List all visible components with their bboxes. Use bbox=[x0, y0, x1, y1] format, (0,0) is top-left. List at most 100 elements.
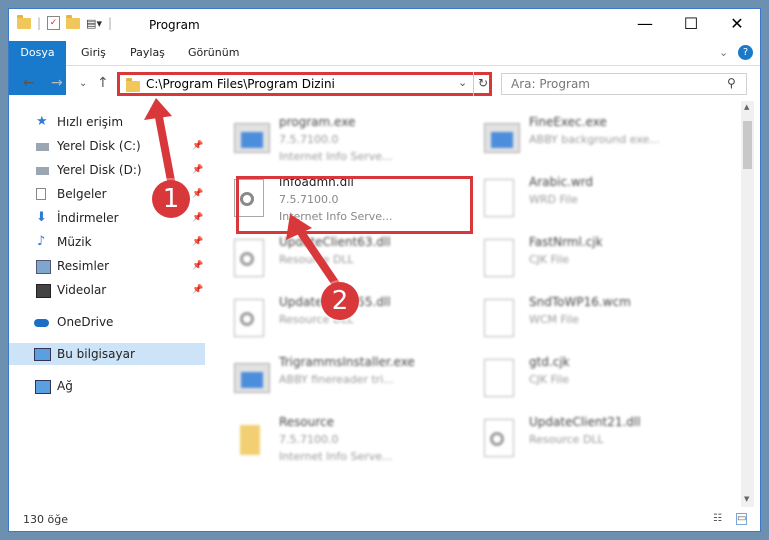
item-count: 130 öğe bbox=[23, 513, 68, 526]
search-placeholder: Ara: Program bbox=[511, 77, 590, 91]
sidebar-item-label: Yerel Disk (C:) bbox=[57, 139, 141, 153]
tab-view[interactable]: Görünüm bbox=[188, 41, 239, 65]
address-dropdown-icon[interactable]: ⌄ bbox=[458, 76, 467, 89]
file-name: UpdateClient63.dll bbox=[279, 235, 391, 249]
picture-icon bbox=[36, 260, 51, 274]
back-arrow-icon[interactable]: ← bbox=[23, 75, 35, 91]
separator bbox=[473, 72, 474, 96]
sidebar-item-music[interactable]: ♪ Müzik 📌 bbox=[9, 231, 205, 253]
folder-icon bbox=[17, 14, 31, 29]
file-icon bbox=[484, 359, 520, 399]
file-name: FastNrml.cjk bbox=[529, 235, 603, 249]
drive-icon bbox=[36, 167, 49, 175]
exe-icon bbox=[484, 119, 520, 159]
sidebar-item-quick-access[interactable]: ★ Hızlı erişim bbox=[9, 111, 205, 133]
file-item-sndtowp16-wcm[interactable]: SndToWP16.wcm WCM File bbox=[464, 291, 704, 345]
forward-arrow-icon[interactable]: → bbox=[51, 75, 63, 91]
file-item-gtd-cjk[interactable]: gtd.cjk CJK File bbox=[464, 351, 704, 405]
customize-qat-icon[interactable]: ▤▾ bbox=[86, 17, 102, 30]
file-version: 7.5.7100.0 bbox=[279, 433, 339, 446]
address-bar[interactable]: C:\Program Files\Program Dizini ⌄ ↻ bbox=[117, 72, 492, 96]
file-item-trigramms-installer[interactable]: TrigrammsInstaller.exe ABBY finereader t… bbox=[214, 351, 454, 405]
file-description: WCM File bbox=[529, 313, 579, 326]
file-name: gtd.cjk bbox=[529, 355, 570, 369]
address-row: ← → ⌄ ↑ C:\Program Files\Program Dizini … bbox=[9, 69, 760, 99]
scroll-down-icon[interactable]: ▼ bbox=[744, 495, 749, 503]
properties-icon[interactable]: ✓ bbox=[47, 16, 61, 30]
sidebar-item-this-pc[interactable]: Bu bilgisayar bbox=[9, 343, 205, 365]
file-description: ABBY finereader tri... bbox=[279, 373, 394, 386]
maximize-button[interactable]: ☐ bbox=[668, 9, 714, 39]
document-icon bbox=[36, 188, 46, 200]
separator: | bbox=[107, 16, 113, 30]
sidebar-item-label: İndirmeler bbox=[57, 211, 119, 225]
recent-locations-icon[interactable]: ⌄ bbox=[79, 78, 87, 89]
tiles-view-icon[interactable]: ▭ bbox=[736, 513, 748, 525]
sidebar-item-local-disk-c[interactable]: Yerel Disk (C:) 📌 bbox=[9, 135, 205, 157]
minimize-button[interactable]: — bbox=[622, 9, 668, 39]
file-name: TrigrammsInstaller.exe bbox=[279, 355, 415, 369]
file-item-arabic-wrd[interactable]: Arabic.wrd WRD File bbox=[464, 171, 704, 225]
file-list: program.exe 7.5.7100.0 Internet Info Ser… bbox=[214, 101, 739, 496]
file-name: SndToWP16.wcm bbox=[529, 295, 631, 309]
address-path: C:\Program Files\Program Dizini bbox=[146, 77, 335, 91]
details-view-icon[interactable]: ☷ bbox=[713, 513, 722, 524]
pin-icon: 📌 bbox=[192, 165, 204, 175]
file-description: CJK File bbox=[529, 253, 570, 266]
file-name: program.exe bbox=[279, 115, 356, 129]
file-description: ABBY background exe... bbox=[529, 133, 660, 146]
file-description: Internet Info Serve... bbox=[279, 150, 393, 163]
film-icon bbox=[36, 284, 51, 298]
file-icon bbox=[484, 299, 520, 339]
tab-share[interactable]: Paylaş bbox=[130, 41, 165, 65]
file-name: UpdateClient21.dll bbox=[529, 415, 641, 429]
step-badge-one: 1 bbox=[152, 180, 190, 218]
selection-highlight bbox=[236, 176, 473, 234]
vertical-scrollbar[interactable]: ▲ ▼ bbox=[741, 101, 754, 507]
sidebar-item-onedrive[interactable]: OneDrive bbox=[9, 311, 205, 333]
pin-icon: 📌 bbox=[192, 213, 204, 223]
pin-icon: 📌 bbox=[192, 141, 204, 151]
window-title: Program bbox=[149, 18, 200, 32]
file-description: Resource DLL bbox=[279, 253, 354, 266]
search-box[interactable]: Ara: Program ⚲ bbox=[501, 73, 747, 95]
file-item-fineexec-exe[interactable]: FineExec.exe ABBY background exe... bbox=[464, 111, 704, 165]
sidebar-item-network[interactable]: Ağ bbox=[9, 375, 205, 397]
music-note-icon: ♪ bbox=[37, 234, 46, 249]
sidebar-item-label: Yerel Disk (D:) bbox=[57, 163, 142, 177]
file-item-program-exe[interactable]: program.exe 7.5.7100.0 Internet Info Ser… bbox=[214, 111, 454, 165]
file-item-fastnrml-cjk[interactable]: FastNrml.cjk CJK File bbox=[464, 231, 704, 285]
sidebar-item-label: OneDrive bbox=[57, 315, 114, 329]
file-item-updateclient21-dll[interactable]: UpdateClient21.dll Resource DLL bbox=[464, 411, 704, 465]
sidebar-item-pictures[interactable]: Resimler 📌 bbox=[9, 255, 205, 277]
file-item-resource[interactable]: Resource 7.5.7100.0 Internet Info Serve.… bbox=[214, 411, 454, 465]
sidebar-item-videos[interactable]: Videolar 📌 bbox=[9, 279, 205, 301]
tab-home[interactable]: Giriş bbox=[81, 41, 106, 65]
scrollbar-thumb[interactable] bbox=[743, 121, 752, 169]
sidebar-item-local-disk-d[interactable]: Yerel Disk (D:) 📌 bbox=[9, 159, 205, 181]
sidebar-item-label: Müzik bbox=[57, 235, 92, 249]
expand-ribbon-icon[interactable]: ⌄ bbox=[719, 46, 728, 59]
computer-icon bbox=[34, 348, 51, 361]
scroll-up-icon[interactable]: ▲ bbox=[744, 103, 749, 111]
search-icon[interactable]: ⚲ bbox=[727, 76, 736, 90]
up-arrow-icon[interactable]: ↑ bbox=[97, 75, 109, 91]
file-icon bbox=[484, 179, 520, 219]
cloud-icon bbox=[34, 319, 49, 327]
help-icon[interactable]: ? bbox=[738, 45, 753, 60]
file-item-updateclient63-dll[interactable]: UpdateClient63.dll Resource DLL bbox=[214, 231, 454, 285]
refresh-icon[interactable]: ↻ bbox=[478, 76, 488, 90]
navigation-pane: ★ Hızlı erişim Yerel Disk (C:) 📌 Yerel D… bbox=[9, 105, 205, 495]
pin-icon: 📌 bbox=[192, 237, 204, 247]
file-description: CJK File bbox=[529, 373, 570, 386]
sidebar-item-label: Hızlı erişim bbox=[57, 115, 124, 129]
step-badge-two: 2 bbox=[321, 282, 359, 320]
star-icon: ★ bbox=[36, 114, 48, 129]
file-description: Internet Info Serve... bbox=[279, 450, 393, 463]
new-folder-icon[interactable] bbox=[66, 14, 81, 29]
quick-access-toolbar: | ✓ ▤▾ | bbox=[17, 14, 113, 30]
folder-icon bbox=[234, 419, 270, 459]
sidebar-item-label: Bu bilgisayar bbox=[57, 347, 135, 361]
download-arrow-icon: ⬇ bbox=[36, 210, 47, 225]
close-button[interactable]: ✕ bbox=[714, 9, 760, 39]
